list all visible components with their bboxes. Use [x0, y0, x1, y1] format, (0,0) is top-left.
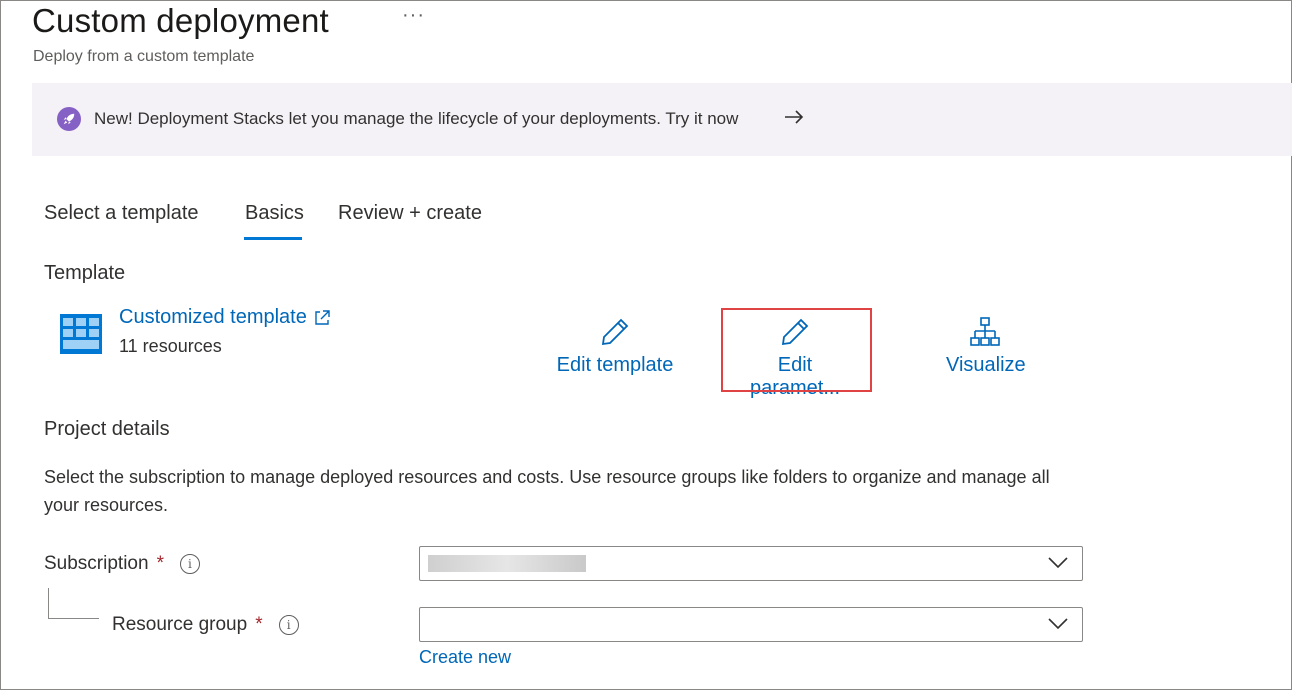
- chevron-down-icon: [1048, 618, 1068, 630]
- resource-group-label-text: Resource group: [112, 614, 248, 635]
- required-asterisk: *: [156, 553, 164, 574]
- required-asterisk: *: [255, 614, 263, 635]
- edit-template-button[interactable]: Edit template: [556, 316, 674, 377]
- tab-select-template[interactable]: Select a template: [44, 202, 199, 225]
- chevron-down-icon: [1048, 557, 1068, 569]
- arrow-right-icon[interactable]: [782, 105, 806, 129]
- pencil-icon: [601, 318, 629, 346]
- more-options-button[interactable]: ···: [402, 4, 425, 27]
- visualize-label: Visualize: [946, 354, 1026, 376]
- tree-connector: [48, 588, 99, 619]
- banner-link[interactable]: New! Deployment Stacks let you manage th…: [94, 109, 738, 129]
- visualize-button[interactable]: Visualize: [946, 316, 1026, 377]
- active-tab-indicator: [244, 237, 302, 240]
- hierarchy-icon: [970, 317, 1000, 346]
- create-new-link[interactable]: Create new: [419, 647, 511, 668]
- edit-template-label: Edit template: [556, 354, 674, 376]
- subscription-label-text: Subscription: [44, 553, 149, 574]
- tab-review-create[interactable]: Review + create: [338, 202, 482, 225]
- highlight-box: [721, 308, 872, 392]
- template-grid-icon: [60, 314, 102, 354]
- tab-basics[interactable]: Basics: [245, 202, 304, 225]
- info-icon[interactable]: i: [278, 615, 299, 635]
- page-title: Custom deployment: [32, 2, 329, 39]
- customized-template-label: Customized template: [119, 306, 307, 328]
- subscription-label: Subscription * i: [44, 553, 200, 575]
- rocket-icon: [57, 107, 81, 131]
- project-details-title: Project details: [44, 418, 170, 440]
- page-subtitle: Deploy from a custom template: [33, 48, 255, 65]
- project-description: Select the subscription to manage deploy…: [44, 467, 1050, 515]
- external-link-icon: [315, 309, 330, 325]
- announcement-banner: New! Deployment Stacks let you manage th…: [32, 83, 1292, 156]
- info-icon[interactable]: i: [179, 554, 200, 574]
- redacted-subscription-value: [428, 555, 586, 572]
- template-section-title: Template: [44, 262, 126, 284]
- resource-group-dropdown[interactable]: [419, 607, 1083, 642]
- resource-count: 11 resources: [119, 336, 222, 356]
- subscription-dropdown[interactable]: [419, 546, 1083, 581]
- customized-template-link[interactable]: Customized template: [119, 306, 331, 329]
- resource-group-label: Resource group * i: [112, 614, 299, 636]
